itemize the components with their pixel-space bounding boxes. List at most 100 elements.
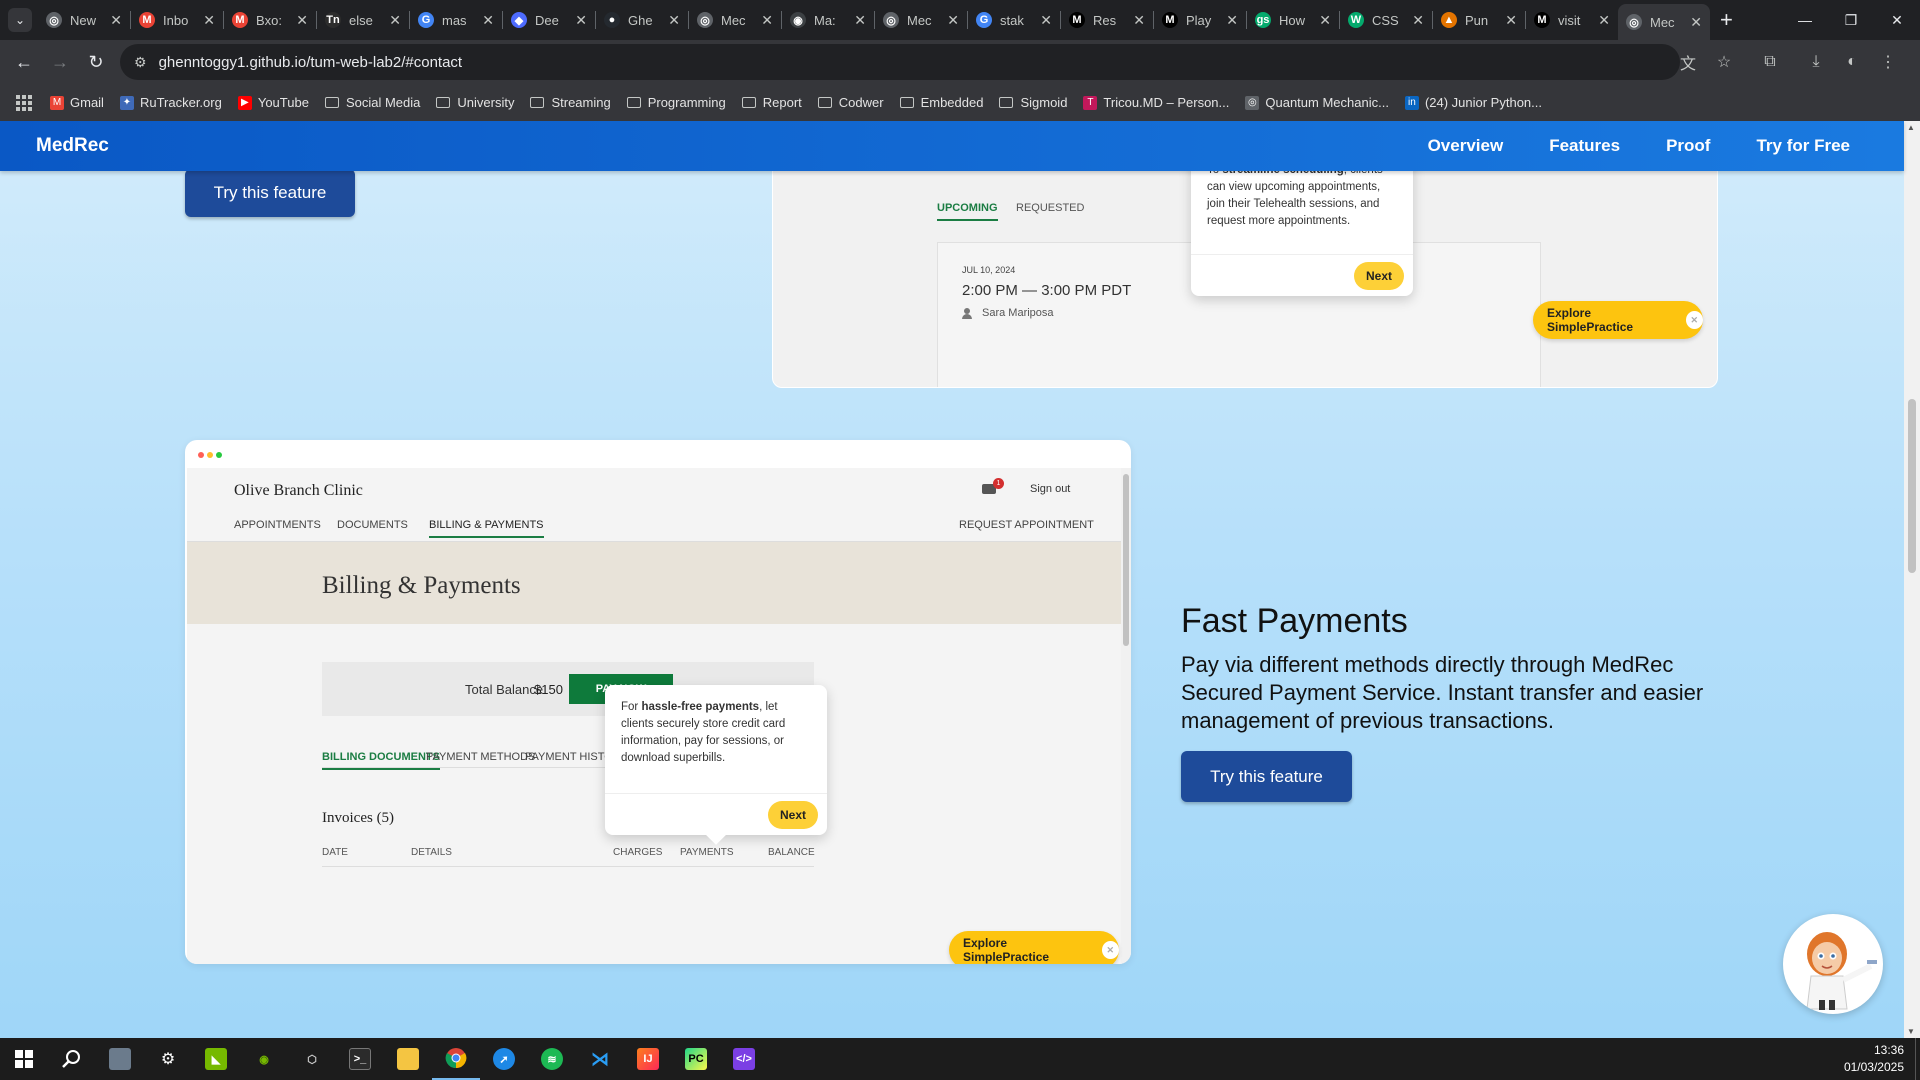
tab-payment-methods[interactable]: PAYMENT METHODS [426,751,535,763]
bookmark-item[interactable]: Social Media [324,95,420,110]
browser-tab[interactable]: ◎ Mec ✕ [689,4,781,36]
browser-tab[interactable]: M Res ✕ [1061,4,1153,36]
chrome-icon[interactable] [432,1038,480,1080]
nav-features[interactable]: Features [1549,136,1620,156]
scroll-up-icon[interactable]: ▲ [1907,123,1915,132]
tab-close-icon[interactable]: ✕ [1412,12,1424,29]
browser-tab[interactable]: M Bxo: ✕ [224,4,316,36]
message-icon[interactable]: 1 [982,478,1004,496]
page-scrollbar[interactable]: ▲ ▼ [1904,121,1920,1038]
explore-simplepractice-button[interactable]: Explore SimplePractice ✕ [949,931,1119,964]
browser-tab[interactable]: ◉ Ma: ✕ [782,4,874,36]
scrollbar-thumb[interactable] [1908,399,1916,573]
tooltip-next-button[interactable]: Next [768,801,818,829]
browser-tab[interactable]: ◎ Mec ✕ [875,4,967,36]
nav-try-for-free[interactable]: Try for Free [1756,136,1850,156]
browser-tab[interactable]: ▲ Pun ✕ [1433,4,1525,36]
tooltip-next-button[interactable]: Next [1354,262,1404,290]
browser-tab[interactable]: M Play ✕ [1154,4,1246,36]
browser-tab[interactable]: W CSS ✕ [1340,4,1432,36]
bookmark-item[interactable]: Programming [626,95,726,110]
browser-tab[interactable]: M Inbo ✕ [131,4,223,36]
spotify-icon[interactable]: ≋ [528,1038,576,1080]
tab-close-icon[interactable]: ✕ [947,12,959,29]
tab-close-icon[interactable]: ✕ [1226,12,1238,29]
file-explorer-icon[interactable] [384,1038,432,1080]
bookmark-item[interactable]: Sigmoid [999,95,1067,110]
browser-tab[interactable]: Gmas ✕ [410,4,502,36]
bookmark-star-icon[interactable]: ☆ [1706,44,1742,80]
request-appointment-link[interactable]: REQUEST APPOINTMENT [959,519,1094,531]
browser-tab[interactable]: gs How ✕ [1247,4,1339,36]
browser-tab[interactable]: ◆ Dee ✕ [503,4,595,36]
profile-icon[interactable]: ◐ [1834,44,1870,80]
tab-close-icon[interactable]: ✕ [1319,12,1331,29]
bookmark-item[interactable]: Streaming [530,95,611,110]
tab-close-icon[interactable]: ✕ [761,12,773,29]
tab-close-icon[interactable]: ✕ [1505,12,1517,29]
site-brand[interactable]: MedRec [36,135,109,157]
bookmark-item[interactable]: Report [741,95,802,110]
tab-close-icon[interactable]: ✕ [203,12,215,29]
nav-documents[interactable]: DOCUMENTS [337,519,408,531]
bookmark-item[interactable]: ▶ YouTube [237,95,309,110]
browser-tab[interactable]: Mvisit ✕ [1526,4,1618,36]
bookmark-item[interactable]: Embedded [899,95,983,110]
bookmark-item[interactable]: University [436,95,514,110]
unity-icon[interactable]: ⬡ [288,1038,336,1080]
vscode-icon[interactable]: ⋊ [576,1038,624,1080]
tab-search-button[interactable]: ⌄ [8,8,32,32]
browser-tab[interactable]: ◎ Mec ✕ [1618,4,1710,40]
nvidia-app-icon[interactable]: ◣ [192,1038,240,1080]
tab-close-icon[interactable]: ✕ [1690,14,1702,31]
browser-tab[interactable]: Gstak ✕ [968,4,1060,36]
address-bar[interactable]: ⚙ ghenntoggy1.github.io/tum-web-lab2/#co… [120,44,1680,80]
try-feature-button[interactable]: Try this feature [1181,751,1352,802]
task-view-icon[interactable] [96,1038,144,1080]
nav-proof[interactable]: Proof [1666,136,1710,156]
settings-icon[interactable]: ⚙ [144,1038,192,1080]
nav-overview[interactable]: Overview [1428,136,1504,156]
close-badge-icon[interactable]: ✕ [1101,941,1119,959]
tab-close-icon[interactable]: ✕ [1133,12,1145,29]
bookmark-item[interactable]: T Tricou.MD – Person... [1083,95,1229,110]
tab-close-icon[interactable]: ✕ [110,12,122,29]
tab-close-icon[interactable]: ✕ [575,12,587,29]
system-clock[interactable]: 13:36 01/03/2025 [1844,1042,1904,1076]
compass-app-icon[interactable]: ➚ [480,1038,528,1080]
forward-icon[interactable]: → [42,44,78,80]
bookmark-item[interactable]: Codwer [817,95,884,110]
dev-tool-icon[interactable]: </> [720,1038,768,1080]
tab-close-icon[interactable]: ✕ [854,12,866,29]
extensions-icon[interactable]: ⧉ [1752,44,1788,80]
bookmark-item[interactable]: M Gmail [50,95,104,110]
tab-close-icon[interactable]: ✕ [668,12,680,29]
bookmark-item[interactable]: ◎ Quantum Mechanic... [1245,95,1389,110]
nav-billing-payments[interactable]: BILLING & PAYMENTS [429,519,544,538]
translate-icon[interactable]: 文 [1670,44,1706,80]
bookmark-item[interactable]: ✦ RuTracker.org [119,95,222,110]
menu-icon[interactable]: ⋮ [1870,44,1906,80]
close-badge-icon[interactable]: ✕ [1685,311,1703,329]
bookmark-item[interactable]: in (24) Junior Python... [1404,95,1542,110]
tab-close-icon[interactable]: ✕ [1040,12,1052,29]
search-icon[interactable] [48,1038,96,1080]
back-icon[interactable]: ← [6,44,42,80]
scroll-down-icon[interactable]: ▼ [1907,1027,1915,1036]
explore-simplepractice-button-top[interactable]: Explore SimplePractice ✕ [1533,301,1703,339]
tab-requested[interactable]: REQUESTED [1016,202,1084,214]
show-desktop-button[interactable] [1915,1038,1920,1080]
nvidia-icon[interactable]: ◉ [240,1038,288,1080]
download-icon[interactable]: ⤓ [1798,44,1834,80]
sign-out-link[interactable]: Sign out [1030,483,1070,495]
new-tab-button[interactable]: + [1720,7,1733,33]
close-window-icon[interactable]: ✕ [1874,0,1920,40]
nav-appointments[interactable]: APPOINTMENTS [234,519,321,531]
doctor-assistant-avatar[interactable] [1783,914,1883,1014]
start-icon[interactable] [0,1038,48,1080]
tab-close-icon[interactable]: ✕ [482,12,494,29]
try-feature-button-top[interactable]: Try this feature [185,169,355,217]
intellij-icon[interactable]: IJ [624,1038,672,1080]
pycharm-icon[interactable]: PC [672,1038,720,1080]
browser-tab[interactable]: ◎ New ✕ [38,4,130,36]
